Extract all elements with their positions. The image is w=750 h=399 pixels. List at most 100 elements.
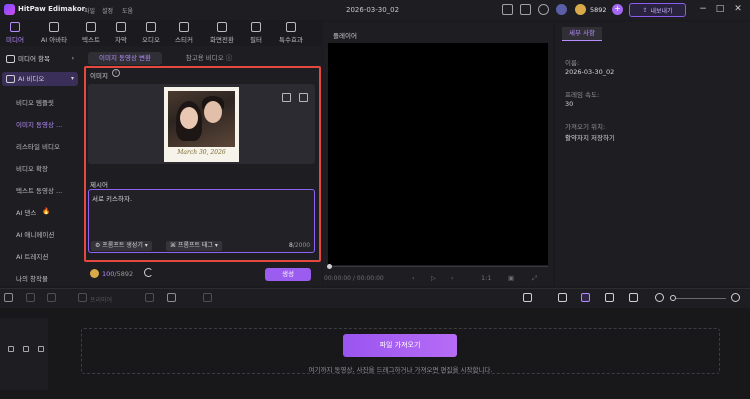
tool-effects[interactable]: 특수효과 — [274, 22, 308, 44]
scrubber-handle[interactable] — [327, 264, 332, 269]
link-icon[interactable] — [558, 293, 567, 302]
redo-icon[interactable] — [26, 293, 35, 302]
sidebar-item-restyle-video[interactable]: 리스타일 비디오 — [16, 141, 60, 151]
tab-image-to-video[interactable]: 이미지 동영상 변환 — [88, 52, 162, 65]
split-icon[interactable] — [78, 293, 87, 302]
maximize-button[interactable]: □ — [714, 3, 726, 16]
refresh-icon[interactable] — [144, 268, 153, 277]
couple-photo — [168, 91, 235, 147]
tool-text[interactable]: 텍스트 — [77, 22, 105, 44]
chevron-down-icon: ▾ — [142, 242, 148, 249]
eye-icon[interactable] — [23, 346, 29, 352]
location-value: 활약자지 저장하기 — [565, 134, 615, 142]
tool-media[interactable]: 미디어 — [1, 22, 29, 44]
mute-icon[interactable] — [38, 346, 44, 352]
menu-file[interactable]: 파일 — [84, 6, 95, 15]
export-button[interactable]: ⇪ 내보내기 — [629, 3, 686, 17]
minimize-button[interactable]: − — [697, 3, 709, 16]
prompt-value: 서로 키스하자. — [92, 195, 133, 203]
undo-icon[interactable] — [4, 293, 13, 302]
tool-subtitle[interactable]: 자막 — [107, 22, 135, 44]
crop-icon[interactable] — [167, 293, 176, 302]
sidebar-item-my-creations[interactable]: 나의 창작물 — [16, 273, 48, 283]
export-label: 내보내기 — [650, 7, 673, 15]
menu-settings[interactable]: 설정 — [102, 6, 113, 15]
next-frame-icon[interactable]: › — [451, 274, 454, 282]
sidebar-item-image-to-video[interactable]: 이미지 동영상 ... — [16, 119, 62, 129]
ai-video-icon — [6, 75, 15, 83]
upload-icon: ⇪ — [642, 6, 648, 14]
import-files-button[interactable]: 파일 가져오기 — [343, 334, 457, 357]
zoom-handle[interactable] — [670, 295, 676, 301]
credit-cost: 100/5892 — [102, 270, 134, 278]
sidebar-item-ai-dance[interactable]: AI 댄스 — [16, 207, 36, 217]
delete-icon[interactable] — [299, 93, 308, 102]
tool-ai-avatar[interactable]: AI 아바타 — [37, 22, 71, 44]
menu-help[interactable]: 도움 — [122, 6, 133, 15]
chevron-down-icon: ▾ — [212, 242, 218, 249]
generate-button[interactable]: 생성 — [265, 268, 311, 281]
tool-sticker[interactable]: 스티커 — [170, 22, 198, 44]
track-header — [0, 318, 48, 390]
sidebar-item-ai-transition[interactable]: AI 트레지션 — [16, 251, 48, 261]
tool-transition[interactable]: 화면전환 — [204, 22, 240, 44]
fps-value: 30 — [565, 100, 574, 108]
prev-frame-icon[interactable]: ‹ — [412, 274, 415, 282]
document-title: 2026-03-30_02 — [346, 6, 400, 14]
prompt-tags-button[interactable]: ⌘ 프롬프트 태그 ▾ — [166, 241, 222, 251]
delete-icon[interactable] — [47, 293, 56, 302]
location-key: 가져오기 위치: — [565, 123, 606, 131]
avatar[interactable] — [556, 4, 567, 15]
fullscreen-icon[interactable]: ⤢ — [532, 274, 537, 283]
drop-hint: 여기까지 동영상, 사진을 드래그하거나 가져오면 편집을 시작합니다. — [308, 366, 493, 374]
sidebar-item-video-template[interactable]: 비디오 템플릿 — [16, 97, 54, 107]
player-title: 플레이어 — [333, 32, 357, 40]
transition-icon — [217, 22, 227, 32]
window-layout-icon[interactable] — [502, 4, 513, 15]
video-preview[interactable] — [328, 43, 548, 265]
filter-icon — [251, 22, 261, 32]
sidebar-item-text-to-video[interactable]: 텍스트 동영상 ... — [16, 185, 62, 195]
split-label: 프리미어 — [90, 297, 113, 304]
screen-icon[interactable] — [203, 293, 212, 302]
sticker-icon — [179, 22, 189, 32]
sidebar-media-items[interactable]: 미디어 항목 › — [2, 52, 78, 66]
sidebar-item-ai-animation[interactable]: AI 애니메이션 — [16, 229, 54, 239]
media-icon — [10, 22, 20, 32]
name-value: 2026-03-30_02 — [565, 68, 615, 76]
tool-audio[interactable]: 오디오 — [137, 22, 165, 44]
fit-icon[interactable] — [605, 293, 614, 302]
scrubber-track[interactable] — [328, 266, 548, 267]
close-button[interactable]: ✕ — [732, 3, 744, 16]
sidebar-ai-video[interactable]: AI 비디오 ▾ — [2, 72, 78, 86]
lock-icon[interactable] — [8, 346, 14, 352]
zoom-in-icon[interactable] — [731, 293, 740, 302]
avatar-icon — [49, 22, 59, 32]
prompt-generator-button[interactable]: ⚙ 프롬프트 생성기 ▾ — [91, 241, 152, 251]
zoom-slider[interactable] — [676, 298, 726, 299]
microphone-icon[interactable] — [523, 293, 532, 302]
snapshot-icon[interactable]: ▣ — [508, 274, 514, 282]
fire-icon: 🔥 — [42, 207, 51, 215]
edit-icon[interactable] — [282, 93, 291, 102]
add-credits-button[interactable]: + — [612, 4, 623, 15]
name-key: 이름: — [565, 59, 580, 67]
coin-icon — [90, 269, 99, 278]
tab-details[interactable]: 세부 사항 — [562, 27, 602, 41]
magnet-icon[interactable] — [581, 293, 590, 302]
photo-caption: March 30, 2026 — [177, 149, 226, 156]
message-icon[interactable] — [520, 4, 531, 15]
tool-filter[interactable]: 필터 — [242, 22, 270, 44]
zoom-out-icon[interactable] — [655, 293, 664, 302]
sidebar-item-video-extend[interactable]: 비디오 확장 — [16, 163, 48, 173]
credits-count: 5892 — [590, 6, 607, 14]
time-readout: 00:00:00 / 00:00:00 — [324, 275, 384, 282]
aspect-ratio[interactable]: 1:1 — [481, 274, 491, 282]
info-icon[interactable]: i — [112, 69, 120, 77]
shield-icon[interactable] — [145, 293, 154, 302]
play-icon[interactable]: ▷ — [431, 274, 436, 282]
render-icon[interactable] — [629, 293, 638, 302]
download-icon[interactable] — [538, 4, 549, 15]
tab-reference-video[interactable]: 참고용 비디오 ⓘ — [168, 52, 250, 65]
effects-icon — [286, 22, 296, 32]
